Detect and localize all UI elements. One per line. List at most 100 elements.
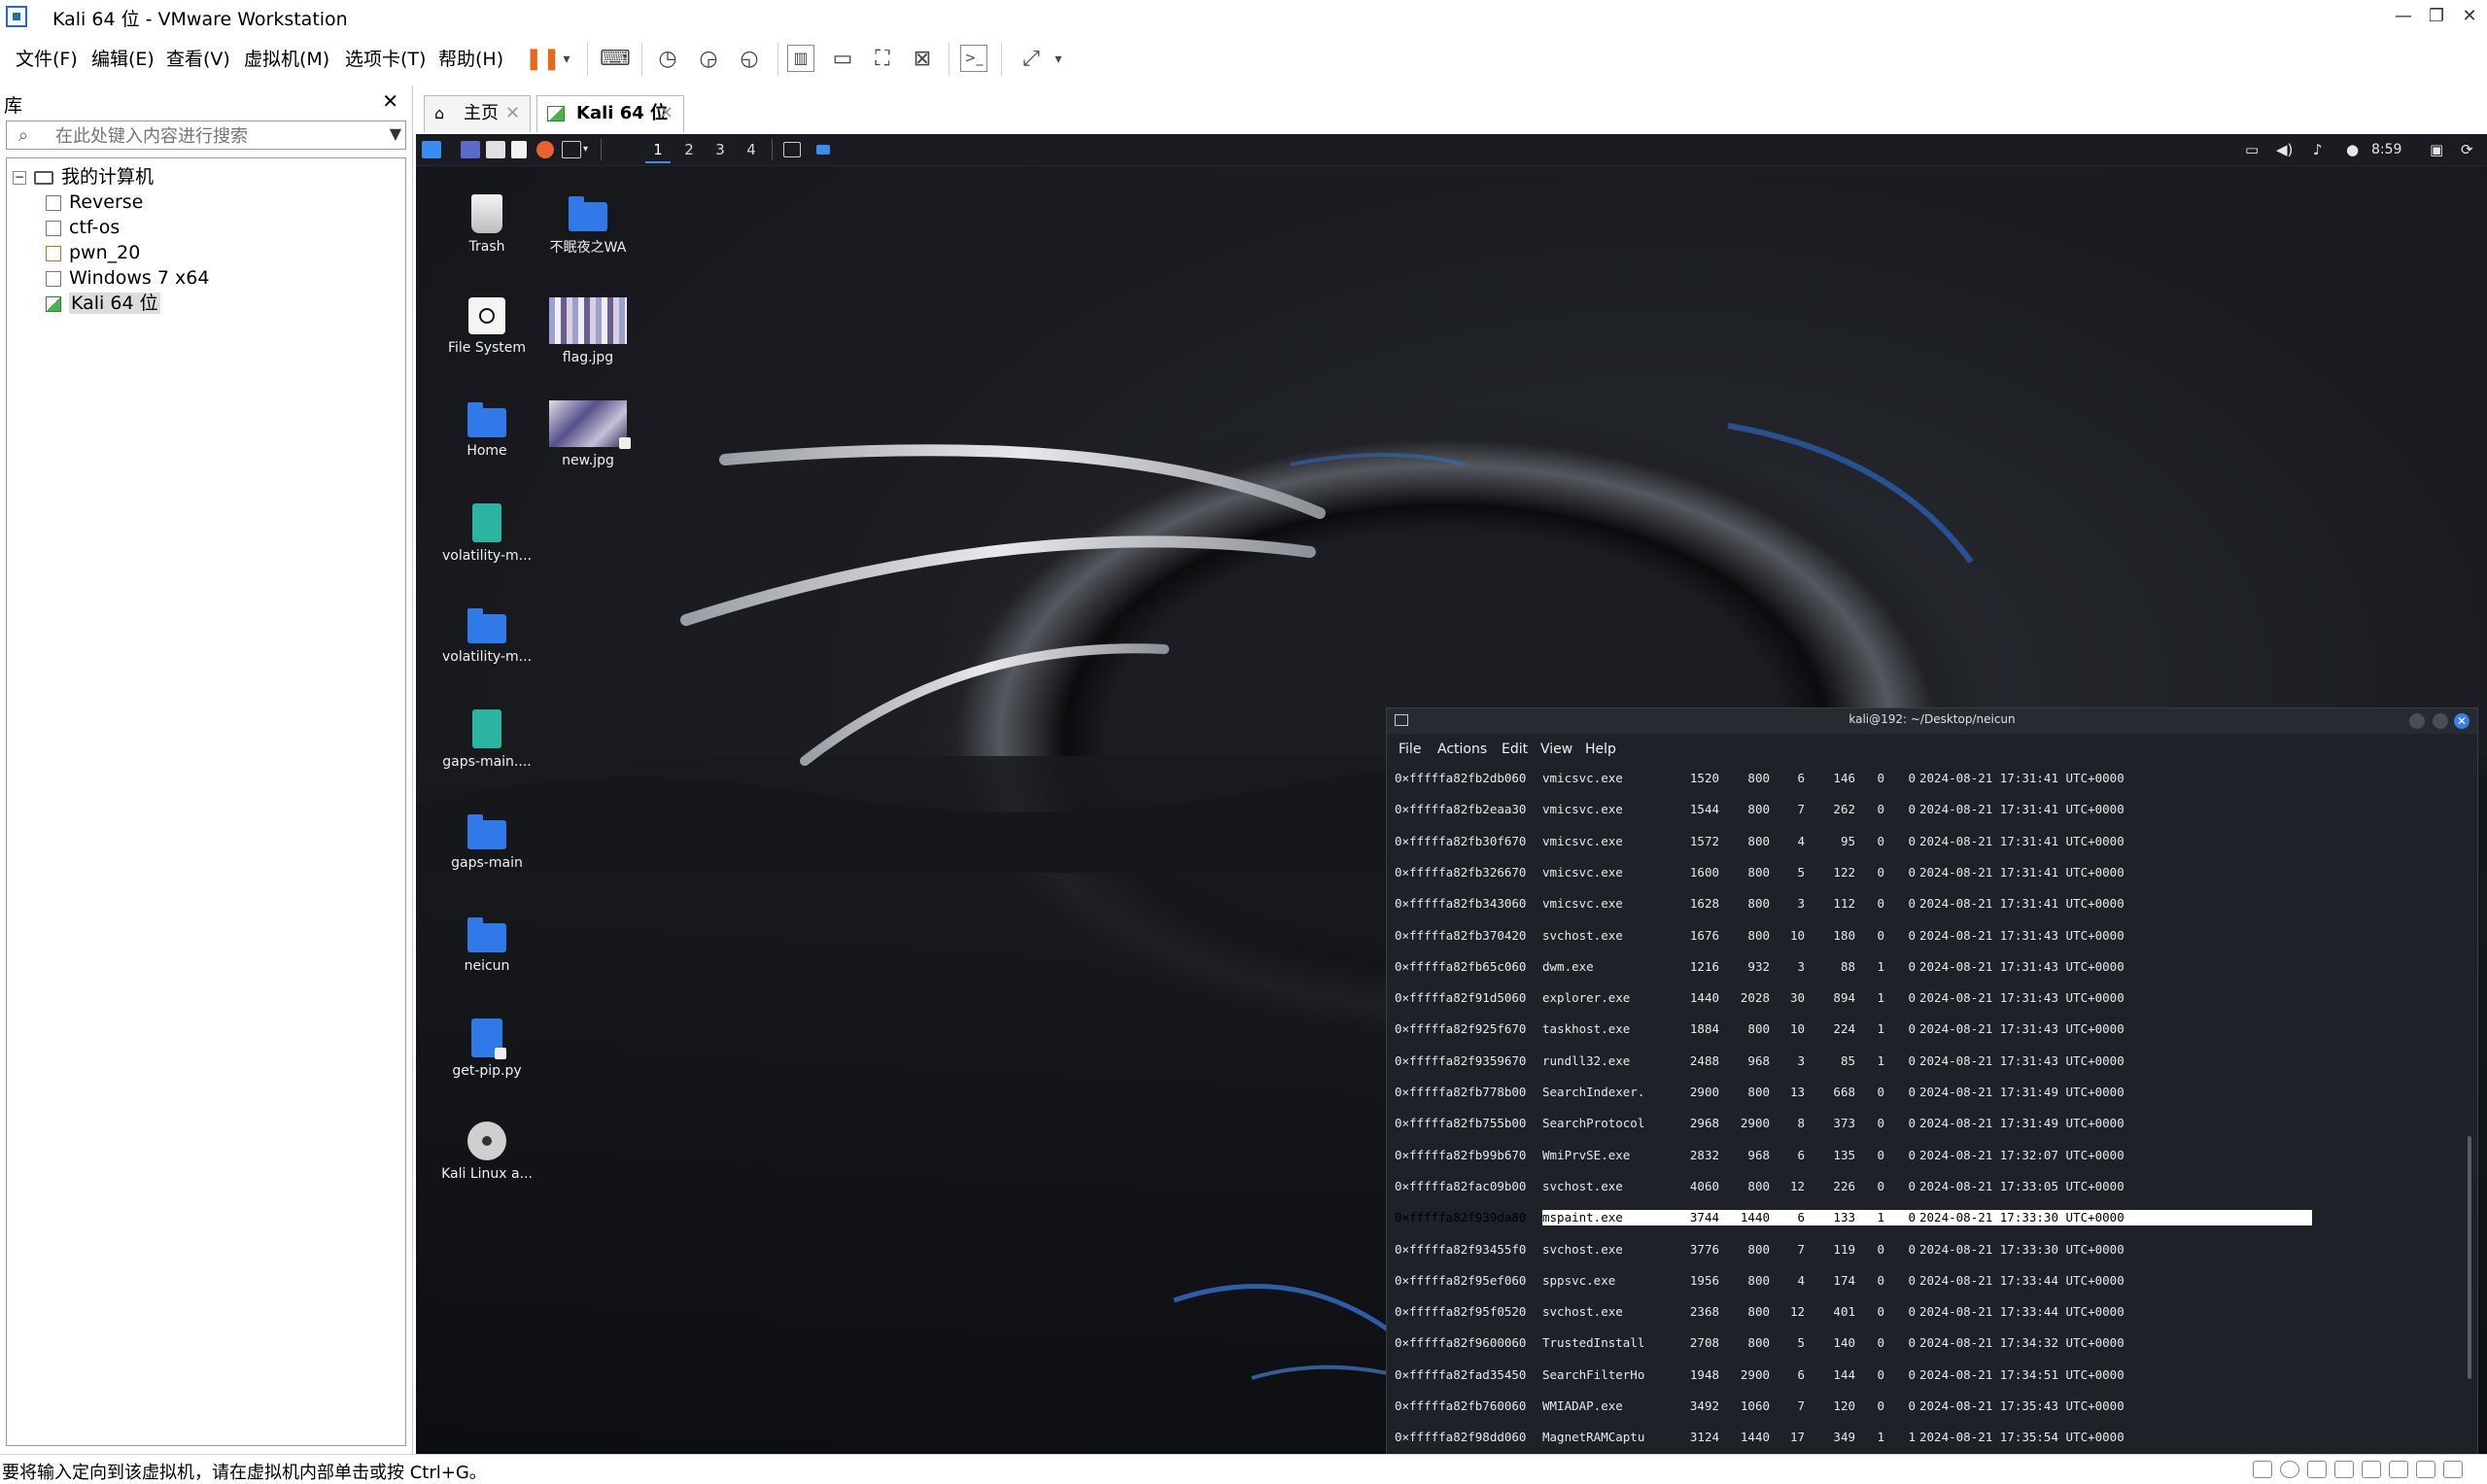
close-icon[interactable]: ✕ — [505, 96, 520, 131]
cd-icon[interactable] — [2280, 1461, 2299, 1478]
terminal-output[interactable]: 0×fffffa82fb2db060 vmicsvc.exe 1520 800 6 146… — [1395, 769, 2464, 1451]
desktop-icon-gaps-zip[interactable]: gaps-main.... — [433, 709, 540, 770]
kali-menu-icon[interactable] — [422, 141, 441, 158]
text-editor-icon[interactable] — [511, 141, 527, 158]
terminal-icon[interactable] — [562, 141, 581, 158]
menu-tabs[interactable]: 选项卡(T) — [345, 45, 426, 71]
lock-icon[interactable]: ▣ — [2430, 138, 2443, 161]
volume-icon[interactable]: ◀) — [2276, 138, 2293, 161]
desktop-icon-folder-wa[interactable]: 不眠夜之WA — [535, 194, 641, 257]
thumbnail-view-icon[interactable]: ▭ — [828, 45, 857, 74]
console-icon[interactable]: >_ — [960, 45, 987, 72]
window-task-icon[interactable] — [816, 145, 830, 155]
desktop-icon[interactable] — [461, 141, 480, 158]
terminal-menu-view[interactable]: View — [1540, 742, 1572, 757]
terminal-menu-edit[interactable]: Edit — [1502, 742, 1528, 757]
printer-icon[interactable] — [2389, 1461, 2408, 1478]
process-hnds: 894 — [1833, 990, 1855, 1006]
tree-item-windows7[interactable]: Windows 7 x64 — [46, 265, 209, 291]
search-input[interactable] — [53, 124, 378, 148]
unity-icon[interactable]: ⊠ — [908, 45, 937, 74]
desktop-icon-label: get-pip.py — [452, 1063, 522, 1079]
firefox-icon[interactable] — [536, 141, 554, 158]
tree-item-reverse[interactable]: Reverse — [46, 190, 143, 215]
chevron-down-icon[interactable]: ▾ — [583, 138, 588, 161]
revert-snapshot-icon[interactable]: ◶ — [694, 45, 723, 74]
terminal-task-icon[interactable] — [783, 142, 801, 157]
display-icon[interactable]: ▭ — [2245, 138, 2259, 161]
desktop-icon-flag-jpg[interactable]: flag.jpg — [535, 297, 641, 365]
scrollbar[interactable] — [2468, 1136, 2471, 1379]
dropdown-icon[interactable]: ▾ — [1044, 45, 1073, 74]
terminal-menu-file[interactable]: File — [1399, 742, 1421, 757]
desktop-icon-home[interactable]: Home — [433, 400, 540, 459]
desktop-icon-volatility-zip[interactable]: volatility-m... — [433, 503, 540, 564]
sound-icon[interactable] — [2362, 1461, 2381, 1478]
process-sess: 1 — [1877, 1210, 1884, 1225]
logout-icon[interactable]: ⟳ — [2461, 138, 2473, 161]
workspace-3[interactable]: 3 — [708, 138, 733, 161]
vm-screen[interactable]: ▾ 1 2 3 4 ▭ ◀) ♪ ● 8:59 ▣ ⟳ Trash 不眠夜之WA… — [416, 134, 2487, 1454]
desktop-icon-gaps-folder[interactable]: gaps-main — [433, 812, 540, 871]
process-pid: 2900 — [1689, 1085, 1719, 1099]
restore-button[interactable]: ❐ — [2419, 0, 2454, 33]
desktop-icon-trash[interactable]: Trash — [433, 194, 540, 255]
fullscreen-icon[interactable]: ⛶ — [868, 45, 897, 74]
library-search: ⌕ ▼ — [6, 121, 406, 150]
tab-kali[interactable]: Kali 64 位 ✕ — [536, 95, 684, 132]
tab-label: Kali 64 位 — [576, 103, 669, 123]
clock[interactable]: 8:59 — [2371, 138, 2401, 161]
menu-view[interactable]: 查看(V) — [166, 45, 230, 71]
terminal-menu-help[interactable]: Help — [1585, 742, 1616, 757]
tree-item-pwn-20[interactable]: pwn_20 — [46, 240, 140, 265]
close-icon[interactable]: ✕ — [659, 96, 674, 131]
tab-home[interactable]: ⌂ 主页 ✕ — [424, 95, 531, 132]
desktop-icon-new-jpg[interactable]: new.jpg — [535, 400, 641, 468]
message-icon[interactable] — [2443, 1461, 2463, 1478]
menu-help[interactable]: 帮助(H) — [438, 45, 503, 71]
desktop-icon-get-pip[interactable]: get-pip.py — [433, 1018, 540, 1079]
network-icon[interactable] — [2307, 1461, 2327, 1478]
file-manager-icon[interactable] — [486, 141, 505, 158]
snapshot-icon[interactable]: ◷ — [653, 45, 682, 74]
minimize-button[interactable]: — — [2386, 0, 2421, 33]
desktop-icon-neicun[interactable]: neicun — [433, 915, 540, 974]
terminal-window[interactable]: kali@192: ~/Desktop/neicun ✕ File Action… — [1386, 707, 2478, 1454]
maximize-button[interactable] — [2433, 713, 2448, 729]
close-button[interactable]: ✕ — [2454, 713, 2470, 729]
stretch-icon[interactable]: ⤢ — [1017, 45, 1046, 74]
snapshot-manager-icon[interactable]: ◵ — [735, 45, 764, 74]
library-panel: 库 ✕ ⌕ ▼ − 我的计算机 Reverse ctf-os pwn_20 Win… — [0, 86, 413, 1454]
power-status-icon[interactable]: ● — [2346, 138, 2359, 161]
display-icon[interactable] — [2416, 1461, 2435, 1478]
terminal-menu-actions[interactable]: Actions — [1437, 742, 1487, 757]
dropdown-icon[interactable]: ▾ — [552, 45, 581, 74]
tree-item-kali[interactable]: Kali 64 位 — [46, 291, 160, 316]
workspace-1[interactable]: 1 — [645, 138, 671, 163]
send-keys-icon[interactable]: ⌨ — [600, 45, 631, 74]
workspace-2[interactable]: 2 — [676, 138, 702, 161]
process-wow64: 0 — [1908, 896, 1916, 912]
tree-root[interactable]: − 我的计算机 — [13, 164, 154, 190]
menu-file[interactable]: 文件(F) — [16, 45, 78, 71]
library-view-icon[interactable]: ▥ — [787, 45, 814, 72]
collapse-icon[interactable]: − — [13, 170, 26, 185]
minimize-button[interactable] — [2409, 713, 2425, 729]
close-icon[interactable]: ✕ — [382, 89, 398, 113]
chevron-down-icon[interactable]: ▼ — [390, 124, 401, 143]
menu-vm[interactable]: 虚拟机(M) — [244, 45, 329, 71]
notification-icon[interactable]: ♪ — [2313, 138, 2323, 161]
usb-icon[interactable] — [2334, 1461, 2354, 1478]
desktop-icon-volatility-folder[interactable]: volatility-m... — [433, 606, 540, 665]
desktop-icon-kali-disc[interactable]: Kali Linux a... — [433, 1122, 540, 1182]
close-button[interactable]: ✕ — [2452, 0, 2487, 33]
desktop-icon-filesystem[interactable]: File System — [433, 297, 540, 356]
process-pid: 2368 — [1689, 1304, 1719, 1320]
pause-icon[interactable]: ❚❚ — [525, 45, 561, 74]
menu-edit[interactable]: 编辑(E) — [91, 45, 155, 71]
hdd-icon[interactable] — [2253, 1461, 2272, 1478]
tree-item-ctf-os[interactable]: ctf-os — [46, 215, 120, 240]
terminal-titlebar[interactable]: kali@192: ~/Desktop/neicun ✕ — [1387, 708, 2477, 734]
workspace-4[interactable]: 4 — [739, 138, 764, 161]
vm-tab-bar: ⌂ 主页 ✕ Kali 64 位 ✕ — [416, 87, 2487, 135]
